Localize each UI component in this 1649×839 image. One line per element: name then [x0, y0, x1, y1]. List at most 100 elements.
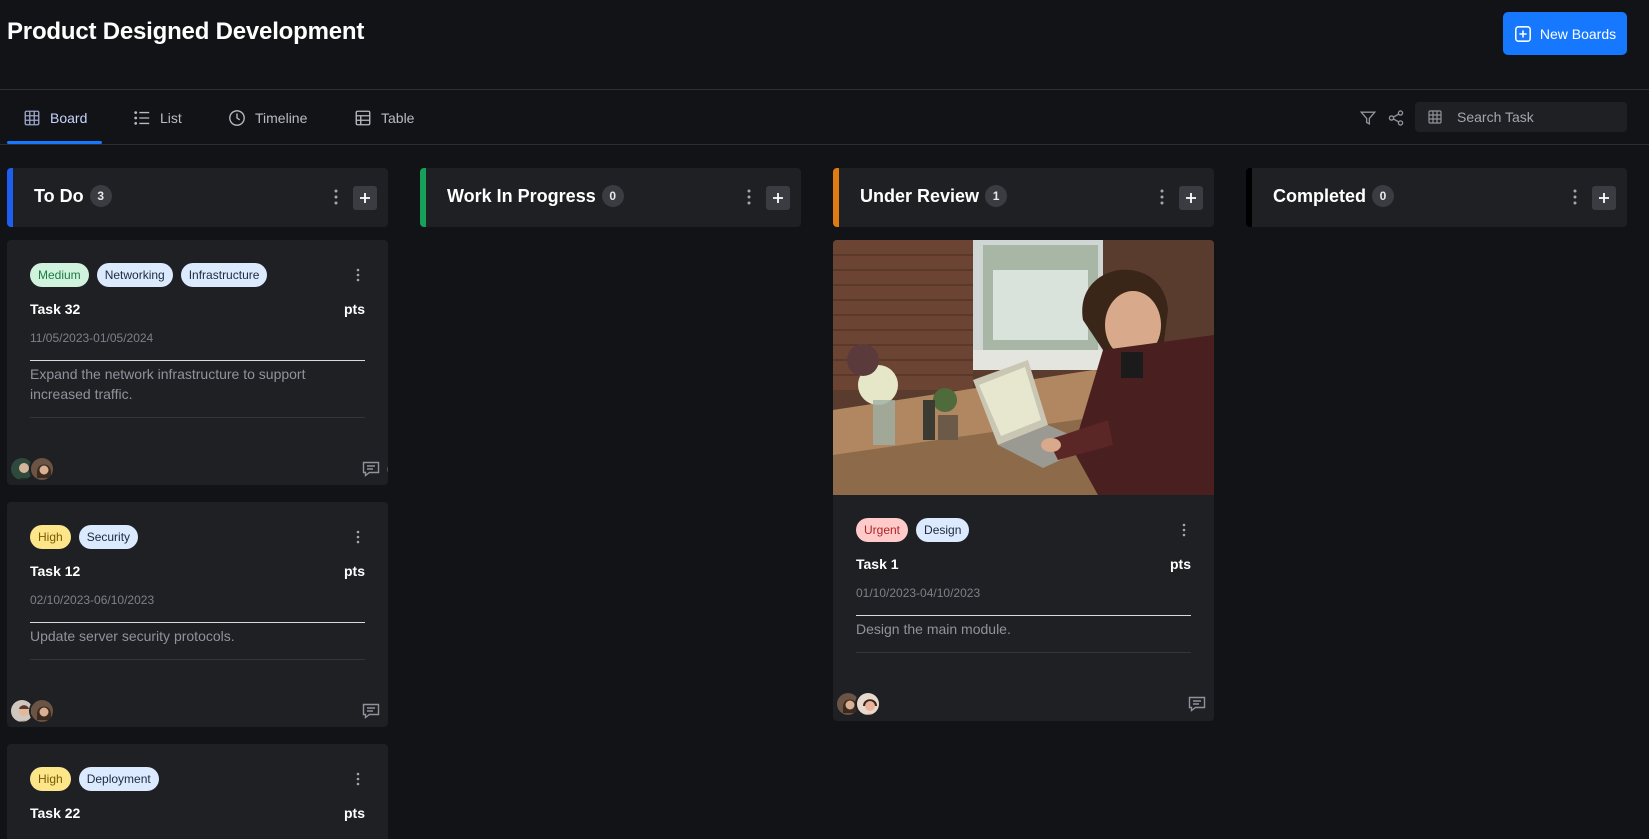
column-accent: [1246, 168, 1252, 227]
task-card-1[interactable]: Urgent Design Task 1 pts 01/10/2023-04/1…: [833, 240, 1214, 721]
tab-timeline[interactable]: Timeline: [228, 91, 307, 145]
card-more-icon[interactable]: [1177, 520, 1191, 540]
column-header-under-review: Under Review 1: [833, 168, 1214, 227]
plus-icon: [360, 193, 370, 203]
priority-tag: High: [30, 525, 71, 549]
card-divider: [856, 652, 1191, 653]
column-header-completed: Completed 0: [1246, 168, 1627, 227]
card-points: pts: [1170, 556, 1191, 572]
new-boards-label: New Boards: [1539, 25, 1617, 42]
grid-icon: [24, 110, 40, 126]
column-more-icon[interactable]: [1568, 186, 1582, 208]
topic-tag: Security: [78, 525, 139, 549]
card-more-icon[interactable]: [351, 265, 365, 285]
card-assignees: [835, 691, 881, 717]
card-progress-line: [30, 622, 365, 623]
tab-board-label: Board: [50, 110, 88, 126]
comment-icon: [362, 703, 380, 719]
plus-icon: [1186, 193, 1196, 203]
plus-icon: [773, 193, 783, 203]
card-title: Task 12: [30, 563, 81, 579]
toolbar-tools: [1357, 91, 1407, 145]
card-description: Design the main module.: [856, 621, 1011, 637]
topic-tag: Infrastructure: [180, 263, 268, 287]
view-tabs: Board List Timeline Table: [0, 91, 1649, 145]
card-dates: 11/05/2023-01/05/2024: [30, 331, 154, 345]
topic-tag: Design: [916, 518, 970, 542]
task-card-32[interactable]: Medium Networking Infrastructure Task 32…: [7, 240, 388, 485]
column-count-badge: 0: [601, 185, 624, 207]
tab-table[interactable]: Table: [354, 91, 414, 145]
plus-square-icon: [1514, 25, 1531, 42]
card-comments[interactable]: 0: [361, 459, 388, 479]
card-more-icon[interactable]: [351, 769, 365, 789]
column-count-badge: 1: [985, 185, 1008, 207]
priority-tag: Medium: [30, 263, 89, 287]
card-dates: 01/10/2023-04/10/2023: [856, 586, 981, 600]
share-icon[interactable]: [1385, 107, 1407, 129]
task-card-22[interactable]: High Deployment Task 22 pts: [7, 744, 388, 839]
search-task-input[interactable]: [1457, 109, 1617, 125]
card-assignees: [9, 456, 55, 482]
tab-timeline-label: Timeline: [255, 110, 308, 126]
card-tags: Urgent Design: [856, 518, 970, 542]
list-icon: [134, 111, 150, 125]
column-title: To Do 3: [34, 185, 112, 207]
card-progress-line: [856, 615, 1191, 616]
avatar[interactable]: [29, 698, 55, 724]
card-dates: 02/10/2023-06/10/2023: [30, 593, 155, 607]
column-accent: [833, 168, 839, 227]
topic-tag: Networking: [96, 263, 173, 287]
filter-icon[interactable]: [1357, 107, 1379, 129]
column-add-button[interactable]: [1179, 186, 1203, 210]
tab-list-label: List: [160, 110, 182, 126]
card-points: pts: [344, 563, 365, 579]
topic-tag: Deployment: [78, 767, 159, 791]
column-add-button[interactable]: [766, 186, 790, 210]
search-task-box[interactable]: [1415, 102, 1627, 132]
card-title: Task 1: [856, 556, 899, 572]
card-title: Task 22: [30, 805, 81, 821]
page-header: Product Designed Development New Boards: [0, 0, 1649, 90]
comment-count: 1: [1213, 697, 1214, 712]
comment-count: 0: [387, 462, 388, 477]
card-tags: High Deployment: [30, 767, 159, 791]
column-header-in-progress: Work In Progress 0: [420, 168, 801, 227]
new-boards-button[interactable]: New Boards: [1503, 12, 1627, 55]
column-more-icon[interactable]: [329, 186, 343, 208]
column-more-icon[interactable]: [1155, 186, 1169, 208]
card-more-icon[interactable]: [351, 527, 365, 547]
column-count-badge: 0: [1372, 185, 1395, 207]
card-tags: Medium Networking Infrastructure: [30, 263, 268, 287]
priority-tag: Urgent: [856, 518, 909, 542]
column-title: Work In Progress 0: [447, 185, 624, 207]
tab-table-label: Table: [381, 110, 415, 126]
card-points: pts: [344, 301, 365, 317]
card-description: Expand the network infrastructure to sup…: [30, 366, 306, 402]
column-more-icon[interactable]: [742, 186, 756, 208]
card-tags: High Security: [30, 525, 139, 549]
column-header-todo: To Do 3: [7, 168, 388, 227]
table-icon: [355, 110, 371, 126]
column-title: Under Review 1: [860, 185, 1008, 207]
search-grid-icon: [1428, 110, 1442, 124]
column-accent: [420, 168, 426, 227]
card-comments[interactable]: 1: [361, 701, 388, 721]
column-accent: [7, 168, 13, 227]
card-points: pts: [344, 805, 365, 821]
card-divider: [30, 659, 365, 660]
priority-tag: High: [30, 767, 71, 791]
column-count-badge: 3: [89, 185, 112, 207]
card-title: Task 32: [30, 301, 81, 317]
tab-board[interactable]: Board: [23, 91, 87, 145]
column-add-button[interactable]: [353, 186, 377, 210]
card-comments[interactable]: 1: [1187, 694, 1214, 714]
active-tab-indicator: [7, 141, 102, 144]
clock-icon: [229, 110, 245, 126]
task-card-12[interactable]: High Security Task 12 pts 02/10/2023-06/…: [7, 502, 388, 727]
column-add-button[interactable]: [1592, 186, 1616, 210]
card-assignees: [9, 698, 55, 724]
avatar[interactable]: [855, 691, 881, 717]
avatar[interactable]: [29, 456, 55, 482]
tab-list[interactable]: List: [133, 91, 182, 145]
